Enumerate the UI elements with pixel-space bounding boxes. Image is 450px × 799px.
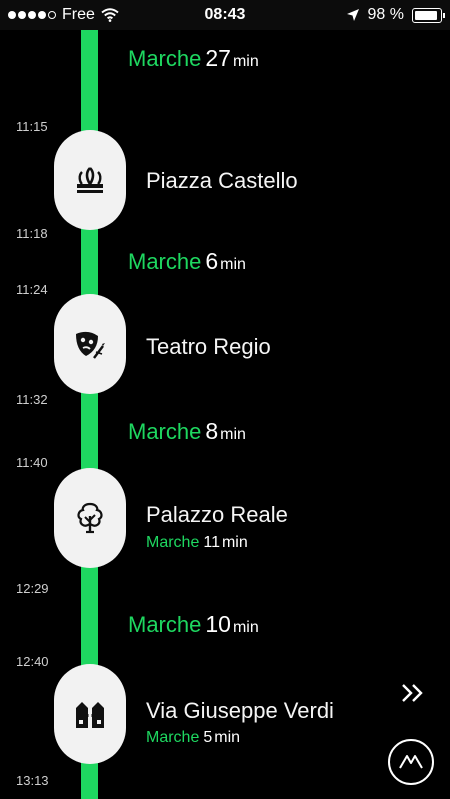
walk-label: Marche [128, 249, 202, 274]
fountain-icon [77, 167, 103, 193]
walk-label: Marche [128, 46, 202, 71]
walk-minutes: 11 [203, 534, 220, 551]
stop-badge[interactable] [54, 468, 126, 568]
walk-unit: min [232, 53, 259, 70]
arrival-time: 11:15 [16, 119, 48, 134]
app-logo-button[interactable] [388, 739, 434, 785]
location-arrow-icon [346, 9, 359, 21]
theater-mask-icon [76, 331, 105, 359]
tree-icon [77, 502, 103, 534]
walk-minutes: 27 [205, 45, 231, 71]
stop-walk-info: Marche 11 min [146, 534, 248, 552]
battery-icon [412, 7, 445, 23]
battery-percent: 98 % [367, 6, 404, 23]
stop-badge[interactable] [54, 664, 126, 764]
walk-segment: Marche 27 min [128, 45, 259, 72]
m-logo-icon [399, 755, 423, 769]
walk-label: Marche [128, 612, 202, 637]
status-right: 98 % [346, 6, 445, 24]
walk-unit: min [220, 426, 246, 443]
walk-segment: Marche 10 min [128, 611, 259, 638]
walk-unit: min [214, 729, 241, 746]
stop-badge[interactable] [54, 130, 126, 230]
walk-unit: min [221, 534, 248, 551]
departure-time: 12:29 [16, 581, 49, 596]
walk-label: Marche [146, 534, 200, 551]
next-button[interactable] [398, 680, 428, 706]
double-chevron-right-icon [402, 684, 423, 702]
walk-unit: min [220, 256, 246, 273]
stop-badge[interactable] [54, 294, 126, 394]
status-bar: Free 08:43 98 % [0, 0, 450, 30]
walk-minutes: 10 [205, 611, 231, 637]
arrival-time: 12:40 [16, 654, 49, 669]
stop-name[interactable]: Palazzo Reale [146, 502, 288, 528]
stop-walk-info: Marche 5 min [146, 729, 240, 747]
stop-name[interactable]: Teatro Regio [146, 334, 271, 360]
departure-time: 11:18 [16, 226, 48, 241]
arrival-time: 11:24 [16, 282, 48, 297]
walk-minutes: 5 [203, 729, 213, 746]
walk-label: Marche [146, 729, 200, 746]
walk-segment: Marche 8 min [128, 418, 246, 445]
walk-unit: min [232, 619, 259, 636]
stop-name[interactable]: Via Giuseppe Verdi [146, 698, 334, 724]
walk-minutes: 8 [205, 418, 219, 444]
arrival-time: 11:40 [16, 455, 48, 470]
departure-time: 11:32 [16, 392, 48, 407]
buildings-icon [76, 702, 104, 728]
departure-time: 13:13 [16, 773, 49, 788]
walk-minutes: 6 [205, 248, 219, 274]
walk-label: Marche [128, 419, 202, 444]
stop-name[interactable]: Piazza Castello [146, 168, 298, 194]
walk-segment: Marche 6 min [128, 248, 246, 275]
